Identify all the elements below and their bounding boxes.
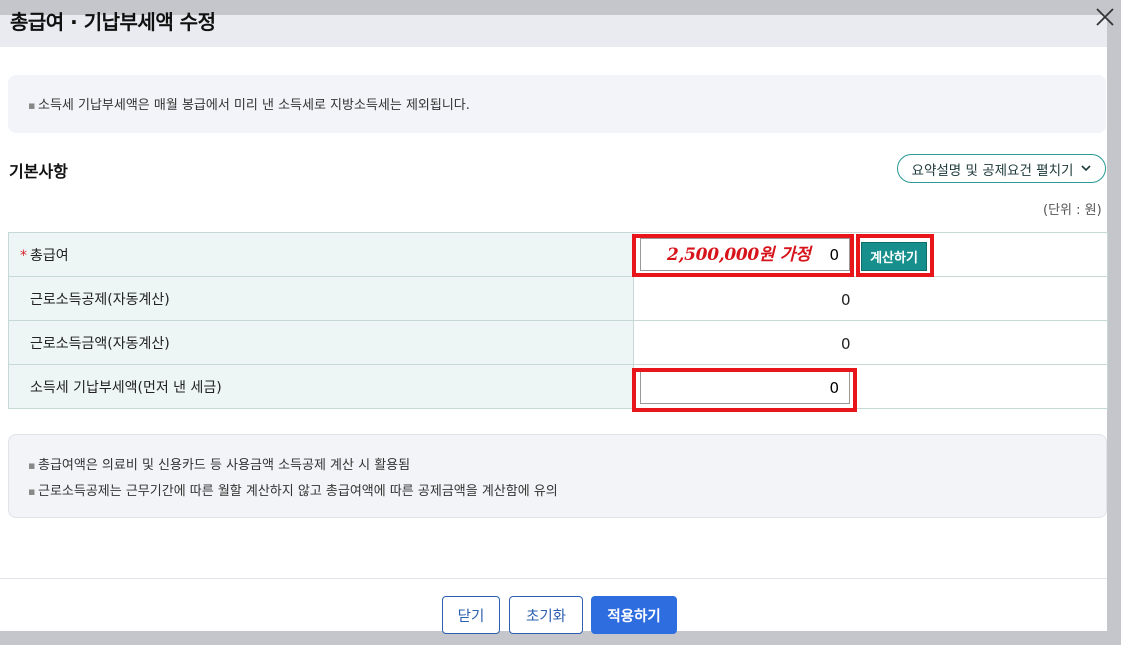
basic-info-table: *총급여 근로소득공제(자동계산) 0 근로소득금액(자동계산) 0 소득 — [8, 232, 1108, 409]
notice-text-line: ▪ 소득세 기납부세액은 매월 봉급에서 미리 낸 소득세로 지방소득세는 제외됩… — [28, 94, 470, 113]
bullet-icon: ▪ — [28, 485, 36, 498]
help-text: 총급여액은 의료비 및 신용카드 등 사용금액 소득공제 계산 시 활용됨 — [38, 458, 411, 473]
required-mark: * — [20, 247, 27, 264]
help-line: ▪ 근로소득공제는 근무기간에 따른 월할 계산하지 않고 총급여액에 따른 공제… — [28, 480, 558, 499]
earned-income-deduction-label: 근로소득공제(자동계산) — [30, 291, 170, 308]
bullet-icon: ▪ — [28, 99, 36, 112]
earned-income-deduction-value: 0 — [841, 291, 851, 309]
row-label-cell: 근로소득공제(자동계산) — [8, 276, 634, 321]
notice-text: 소득세 기납부세액은 매월 봉급에서 미리 낸 소득세로 지방소득세는 제외됩니… — [38, 98, 470, 113]
reset-button[interactable]: 초기화 — [509, 596, 583, 634]
highlight-box-prepaid — [632, 368, 857, 412]
table-row: 근로소득공제(자동계산) 0 — [8, 276, 1108, 321]
row-value-cell: 0 — [633, 276, 1108, 321]
bullet-icon: ▪ — [28, 459, 36, 472]
earned-income-amount-label: 근로소득금액(자동계산) — [30, 335, 170, 352]
total-salary-label: 총급여 — [30, 247, 69, 264]
unit-label: (단위 : 원) — [1043, 203, 1102, 218]
row-label-cell: 소득세 기납부세액(먼저 낸 세금) — [8, 364, 634, 409]
help-box — [8, 434, 1107, 518]
expand-summary-label: 요약설명 및 공제요건 펼치기 — [911, 162, 1074, 179]
chevron-down-icon — [1081, 165, 1092, 172]
earned-income-amount-value: 0 — [841, 335, 851, 353]
salary-annotation: 2,500,000원 가정 — [667, 245, 811, 265]
close-button[interactable]: 닫기 — [442, 596, 500, 634]
row-label-cell: * 총급여 — [8, 232, 634, 277]
table-row: 소득세 기납부세액(먼저 낸 세금) — [8, 364, 1108, 409]
table-row: 근로소득금액(자동계산) 0 — [8, 320, 1108, 365]
table-row: * 총급여 — [8, 232, 1108, 277]
modal-header: 총급여 · 기납부세액 수정 — [0, 0, 1107, 47]
help-line: ▪ 총급여액은 의료비 및 신용카드 등 사용금액 소득공제 계산 시 활용됨 — [28, 454, 410, 473]
calculate-button[interactable]: 계산하기 — [861, 242, 927, 271]
expand-summary-button[interactable]: 요약설명 및 공제요건 펼치기 — [897, 154, 1106, 183]
row-value-cell: 0 — [633, 320, 1108, 365]
row-label-cell: 근로소득금액(자동계산) — [8, 320, 634, 365]
close-icon[interactable] — [1095, 7, 1115, 27]
apply-button[interactable]: 적용하기 — [591, 596, 677, 634]
help-text: 근로소득공제는 근무기간에 따른 월할 계산하지 않고 총급여액에 따른 공제금… — [38, 484, 558, 499]
prepaid-tax-label: 소득세 기납부세액(먼저 낸 세금) — [30, 379, 222, 396]
modal-title: 총급여 · 기납부세액 수정 — [10, 10, 216, 34]
modal-dialog: 총급여 · 기납부세액 수정 ▪ 소득세 기납부세액은 매월 봉급에서 미리 낸 … — [0, 0, 1108, 645]
section-title: 기본사항 — [9, 162, 68, 181]
